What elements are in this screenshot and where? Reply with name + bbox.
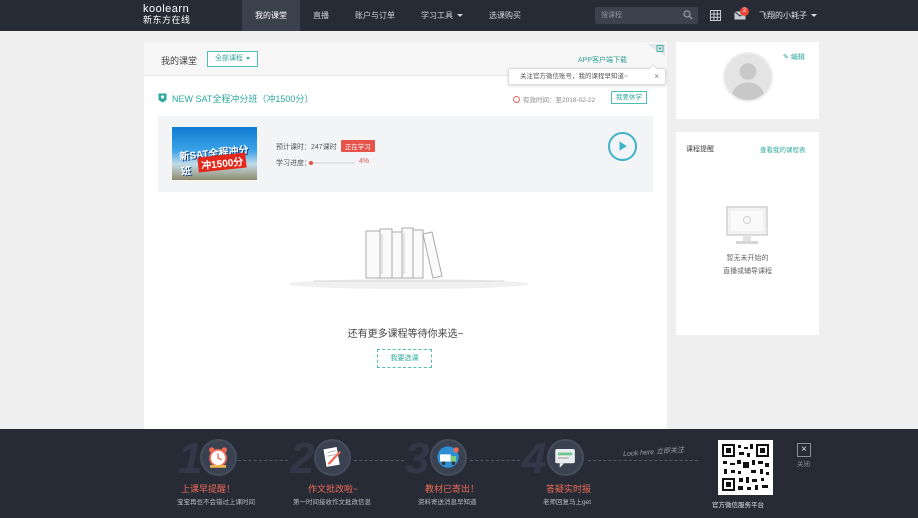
mail-count-badge: 2 [740, 7, 749, 16]
chat-bubble-icon [547, 439, 584, 476]
course-title-link[interactable]: NEW SAT全程冲分班（冲1500分） [172, 92, 313, 105]
chevron-down-icon [457, 14, 463, 18]
nav-label: 选课购买 [489, 11, 521, 20]
panel-title: 我的课堂 [161, 56, 198, 66]
empty-courses-message: 还有更多课程等待你来选~ [347, 329, 464, 340]
essay-pencil-icon [314, 439, 351, 476]
alarm-clock-icon [200, 439, 237, 476]
qr-code-icon[interactable] [647, 44, 665, 56]
course-thumbnail[interactable]: 新SAT全程冲分班 冲1500分 [172, 127, 257, 180]
step-subtitle: 第一时间接收作文批改信息 [293, 499, 371, 506]
shelf-shadow [289, 279, 529, 289]
nav-account-orders[interactable]: 账户与订单 [342, 0, 408, 31]
validity-text: 有效时间：至2018-02-22 [523, 97, 596, 104]
clock-icon [513, 96, 520, 103]
step-title: 上课早提醒！ [181, 484, 236, 494]
progress-bar [308, 161, 355, 165]
tooltip-text: 关注官方微信账号，我的课程早知道~ [520, 73, 628, 80]
step-essay-review: 2 作文批改啦~ 第一时间接收作文批改信息 [290, 429, 410, 518]
step-subtitle: 宝宝再也不会错过上课时间 [177, 499, 255, 506]
course-tag-icon [158, 93, 167, 103]
wechat-qr-code [718, 440, 773, 495]
top-navbar: koolearn 新东方在线 我的课堂 直播 账户与订单 学习工具 选课购买 2… [0, 0, 918, 31]
step-number: 1 [178, 434, 203, 483]
course-hours: 预计课时：247课时 正在学习 [276, 140, 375, 152]
step-title: 作文批改啦~ [308, 484, 359, 494]
choose-course-button[interactable]: 我要选课 [377, 349, 432, 368]
step-number: 4 [522, 434, 547, 483]
view-schedule-link[interactable]: 查看我的课程表 [760, 144, 806, 154]
nav-label: 学习工具 [421, 11, 453, 20]
nav-study-tools[interactable]: 学习工具 [408, 0, 476, 31]
course-card: 新SAT全程冲分班 冲1500分 预计课时：247课时 正在学习 学习进度： 4% [158, 116, 653, 192]
edit-label: 编辑 [790, 54, 805, 61]
grid-icon[interactable] [710, 10, 721, 21]
course-reminder-card: 课程提醒 查看我的课程表 暂无未开始的 直播或辅导课程 [676, 132, 819, 335]
progress-label: 学习进度： [276, 160, 311, 167]
delivery-truck-icon [430, 439, 467, 476]
reminder-empty-message: 暂无未开始的 直播或辅导课程 [676, 252, 819, 278]
nav-label: 直播 [313, 11, 329, 20]
progress-percent: 4% [359, 158, 370, 165]
empty-bookshelf-illustration [365, 227, 443, 279]
chevron-down-icon [246, 56, 250, 60]
nav-my-classroom[interactable]: 我的课堂 [242, 0, 300, 31]
wechat-promo-footer: 1 上课早提醒！ 宝宝再也不会错过上课时间 2 作文批改啦~ 第一时间接收作文批… [0, 429, 918, 518]
step-subtitle: 资料寄送消息早知道 [418, 499, 477, 506]
course-header-row: NEW SAT全程冲分班（冲1500分） 有效时间：至2018-02-22 我要… [158, 91, 653, 107]
nav-buy-courses[interactable]: 选课购买 [476, 0, 534, 31]
step-title: 教材已寄出！ [425, 484, 480, 494]
koolearn-logo[interactable]: koolearn 新东方在线 [143, 4, 191, 25]
studying-status-badge: 正在学习 [340, 140, 375, 152]
profile-card: ✎ 编辑 [676, 42, 819, 119]
step-subtitle: 老师回复马上get [543, 499, 592, 506]
step-qa-realtime: 4 答疑实时报 老师回复马上get [522, 429, 642, 518]
search-icon[interactable] [683, 10, 693, 20]
hours-value: 247课时 [311, 144, 337, 151]
progress-knob [308, 161, 313, 165]
nav-live[interactable]: 直播 [300, 0, 342, 31]
validity-period: 有效时间：至2018-02-22 [513, 94, 595, 104]
app-download-link[interactable]: APP客户端下载 [578, 55, 627, 65]
reminder-title: 课程提醒 [686, 146, 714, 153]
avatar[interactable] [723, 52, 773, 102]
logo-text-en: koolearn [143, 3, 190, 15]
username: 飞翔的小耗子 [759, 11, 807, 20]
step-number: 2 [290, 434, 315, 483]
play-course-button[interactable] [608, 132, 637, 161]
course-filter-dropdown[interactable]: 全部课程 [207, 51, 258, 67]
filter-label: 全部课程 [215, 55, 243, 62]
user-menu[interactable]: 飞翔的小耗子 [759, 0, 817, 31]
step-class-reminder: 1 上课早提醒！ 宝宝再也不会错过上课时间 [177, 429, 298, 518]
chevron-down-icon [811, 14, 817, 18]
empty-line-2: 直播或辅导课程 [723, 268, 772, 275]
qr-caption: 官方微信服务平台 [712, 502, 764, 509]
suspend-study-button[interactable]: 我要休学 [611, 91, 647, 104]
step-title: 答疑实时报 [546, 484, 592, 494]
hours-label: 预计课时： [276, 144, 311, 151]
my-courses-panel: 我的课堂 全部课程 APP客户端下载 关注官方微信账号，我的课程早知道~ × N… [144, 42, 667, 432]
main-nav: 我的课堂 直播 账户与订单 学习工具 选课购买 [242, 0, 534, 31]
nav-label: 我的课堂 [255, 11, 287, 20]
qr-code-icon [721, 443, 770, 492]
close-footer-label[interactable]: 关闭 [797, 458, 810, 468]
edit-icon: ✎ [783, 54, 789, 61]
default-user-icon [725, 54, 771, 100]
close-footer-button[interactable]: × [797, 443, 811, 457]
tooltip-close-button[interactable]: × [654, 69, 659, 84]
step-materials-shipped: 3 教材已寄出！ 资料寄送消息早知道 [405, 429, 525, 518]
step-number: 3 [405, 434, 430, 483]
empty-monitor-icon [726, 206, 768, 244]
edit-profile-link[interactable]: ✎ 编辑 [783, 52, 805, 62]
logo-text-cn: 新东方在线 [143, 15, 191, 25]
nav-label: 账户与订单 [355, 11, 395, 20]
wechat-follow-tooltip: 关注官方微信账号，我的课程早知道~ × [508, 64, 666, 85]
empty-line-1: 暂无未开始的 [726, 255, 769, 262]
